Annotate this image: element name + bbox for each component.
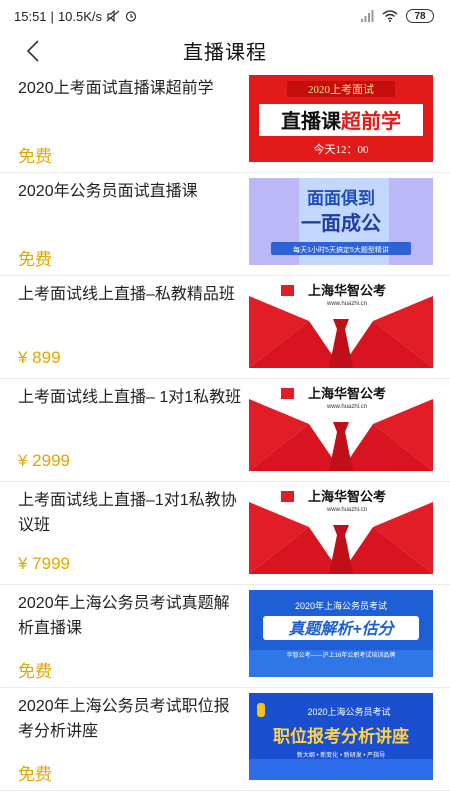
course-thumbnail: 上海华智公考 www.huazhi.cn — [249, 384, 433, 471]
svg-text:直播课超前学: 直播课超前学 — [281, 109, 401, 133]
course-item[interactable]: 2020年上海公务员考试职位报考分析讲座 免费 2020上海公务员考试 职位报考… — [0, 688, 450, 791]
course-item[interactable]: 上考面试线上直播–私教精品班 ¥ 899 上海华智公考 www.huazhi.c… — [0, 276, 450, 379]
wifi-icon — [382, 10, 398, 22]
mute-icon — [106, 10, 120, 22]
course-title: 2020年上海公务员考试真题解析直播课 — [18, 595, 230, 637]
course-price: 免费 — [18, 147, 52, 166]
thumb-text: 每天1小时5天搞定5大题型精讲 — [293, 245, 389, 254]
signal-icon — [361, 10, 374, 22]
course-item[interactable]: 2020上考面试直播课超前学 免费 2020上考面试 直播课超前学 今天12：0… — [0, 70, 450, 173]
thumb-text: 华智公考——沪上16年公职考试培训品牌 — [287, 651, 396, 659]
thumb-text: www.huazhi.cn — [326, 507, 367, 513]
course-price: 免费 — [18, 250, 52, 269]
course-item[interactable]: 2020年上海公务员考试真题解析直播课 免费 2020年上海公务员考试 真题解析… — [0, 585, 450, 688]
thumb-text: www.huazhi.cn — [326, 404, 367, 410]
alarm-icon — [125, 11, 137, 22]
course-item[interactable]: 上考面试线上直播– 1对1私教班 ¥ 2999 上海华智公考 www.huazh… — [0, 379, 450, 482]
nav-bar: 直播课程 — [0, 32, 450, 68]
course-title: 上考面试线上直播–私教精品班 — [18, 286, 235, 303]
thumb-text: 2020上考面试 — [308, 83, 374, 96]
thumb-text: 新大纲 • 新变化 • 新研发 • 严指导 — [297, 751, 385, 759]
thumb-text: 上海华智公考 — [308, 386, 386, 401]
course-title: 上考面试线上直播–1对1私教协议班 — [18, 492, 237, 534]
status-bar: 15:51 | 10.5K/s 78 — [0, 0, 450, 32]
thumb-text: www.huazhi.cn — [326, 301, 367, 307]
course-thumbnail: 面面俱到 一面成公 每天1小时5天搞定5大题型精讲 — [249, 178, 433, 265]
course-title: 上考面试线上直播– 1对1私教班 — [18, 389, 242, 406]
course-thumbnail: 2020上海公务员考试 职位报考分析讲座 新大纲 • 新变化 • 新研发 • 严… — [249, 693, 433, 780]
network-speed: 10.5K/s — [57, 8, 103, 24]
thumb-text: 职位报考分析讲座 — [273, 726, 409, 746]
course-thumbnail: 上海华智公考 www.huazhi.cn — [249, 281, 433, 368]
status-time: 15:51 — [14, 8, 47, 24]
page-title: 直播课程 — [183, 41, 267, 64]
thumb-text: 2020上海公务员考试 — [307, 706, 390, 717]
thumb-text: 一面成公 — [301, 211, 381, 235]
course-price: ¥ 2999 — [18, 451, 70, 470]
course-title: 2020年公务员面试直播课 — [18, 183, 198, 200]
course-item[interactable]: 2020年公务员面试直播课 免费 面面俱到 一面成公 每天1小时5天搞定5大题型… — [0, 173, 450, 276]
thumb-text: 上海华智公考 — [308, 283, 386, 298]
battery-indicator: 78 — [406, 9, 434, 23]
course-thumbnail: 2020上考面试 直播课超前学 今天12：00 — [249, 75, 433, 162]
status-right: 78 — [360, 9, 434, 23]
course-title: 2020年上海公务员考试职位报考分析讲座 — [18, 698, 230, 740]
course-thumbnail: 上海华智公考 www.huazhi.cn — [249, 487, 433, 574]
course-price: ¥ 899 — [18, 348, 61, 367]
thumb-text: 上海华智公考 — [308, 489, 386, 504]
thumb-text: 面面俱到 — [307, 188, 375, 208]
course-item[interactable]: 上考面试线上直播–1对1私教协议班 ¥ 7999 上海华智公考 www.huaz… — [0, 482, 450, 585]
course-price: 免费 — [18, 765, 52, 784]
chevron-left-icon — [26, 40, 39, 62]
thumb-text: 今天12：00 — [314, 142, 369, 156]
course-price: ¥ 7999 — [18, 554, 70, 573]
thumb-text: 2020年上海公务员考试 — [295, 600, 387, 611]
status-left: 15:51 | 10.5K/s — [14, 9, 138, 24]
course-price: 免费 — [18, 662, 52, 681]
course-list: 2020上考面试直播课超前学 免费 2020上考面试 直播课超前学 今天12：0… — [0, 70, 450, 800]
course-thumbnail: 2020年上海公务员考试 真题解析+估分 华智公考——沪上16年公职考试培训品牌 — [249, 590, 433, 677]
thumb-text: 真题解析+估分 — [288, 620, 395, 638]
course-title: 2020上考面试直播课超前学 — [18, 80, 214, 97]
back-button[interactable] — [18, 36, 48, 66]
